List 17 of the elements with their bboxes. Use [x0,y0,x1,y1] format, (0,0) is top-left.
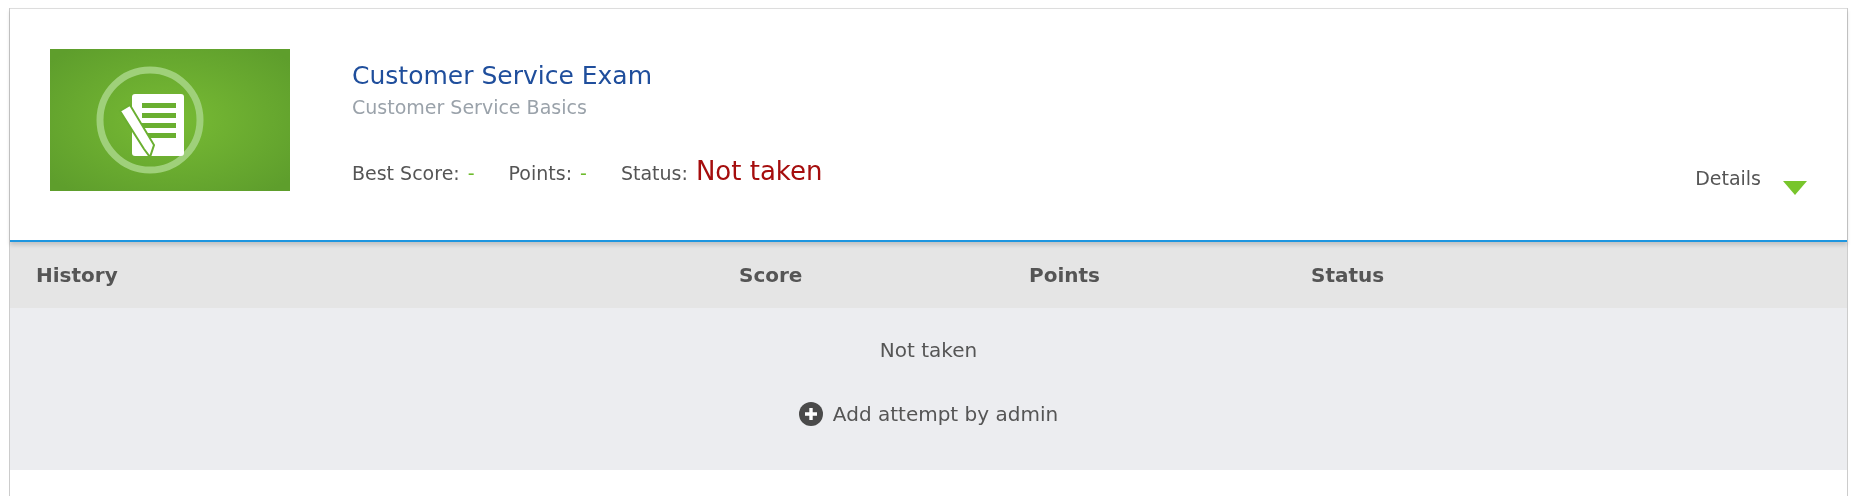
empty-message: Not taken [879,338,978,362]
column-header: Score [738,263,804,287]
column-header: Points [1028,263,1101,287]
stat-label: Status: [620,162,688,184]
add-icon[interactable] [798,402,823,426]
add-attempt-link[interactable]: Add attempt by admin [832,402,1059,426]
stat-value: Not taken [695,156,823,186]
details-toggle[interactable]: Details [1695,167,1761,189]
exam-title-link[interactable]: Customer Service Exam [352,61,823,90]
stat-value: - [580,162,587,184]
stat-value: - [467,162,475,184]
stat-label: Best Score: [352,162,460,184]
column-header: History [35,263,119,287]
exam-thumbnail-icon [50,49,290,191]
course-name: Customer Service Basics [352,96,588,118]
column-header: Status [1311,263,1385,287]
stat-label: Points: [508,162,573,184]
